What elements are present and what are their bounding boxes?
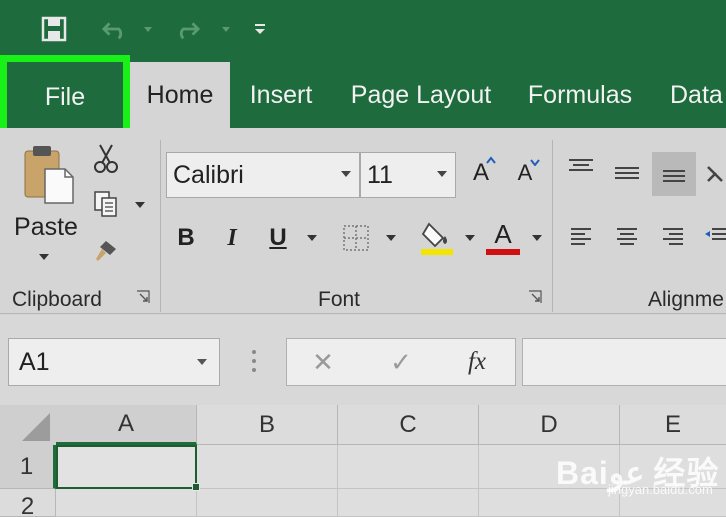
font-family-select[interactable]: Calibri <box>166 152 360 198</box>
italic-button[interactable]: I <box>216 220 248 256</box>
select-all-button[interactable] <box>0 405 56 445</box>
decrease-indent-icon[interactable] <box>704 222 726 250</box>
tab-page-layout[interactable]: Page Layout <box>348 62 494 128</box>
column-header-d[interactable]: D <box>479 405 620 445</box>
font-size-select[interactable]: 11 <box>360 152 456 198</box>
enter-button[interactable]: ✓ <box>378 344 424 380</box>
cell-b2[interactable] <box>197 489 338 517</box>
borders-icon[interactable] <box>338 220 374 256</box>
align-bottom-icon[interactable] <box>652 152 696 196</box>
name-box-value: A1 <box>19 347 50 376</box>
tab-data[interactable]: Data <box>666 62 726 128</box>
row-header-1[interactable]: 1 <box>0 445 56 489</box>
increase-font-size-button[interactable]: A <box>462 152 500 194</box>
borders-dropdown-icon[interactable] <box>386 235 396 241</box>
redo-dropdown-icon[interactable] <box>218 14 234 44</box>
column-header-b[interactable]: B <box>197 405 338 445</box>
copy-icon[interactable] <box>90 188 122 220</box>
column-header-c[interactable]: C <box>338 405 479 445</box>
chevron-down-icon <box>437 171 447 177</box>
name-box[interactable]: A1 <box>8 338 220 386</box>
undo-dropdown-icon[interactable] <box>140 14 156 44</box>
column-header-e[interactable]: E <box>620 405 726 445</box>
fill-color-icon[interactable] <box>416 216 458 258</box>
tab-formulas[interactable]: Formulas <box>524 62 636 128</box>
group-separator <box>552 140 553 312</box>
caret-down-icon <box>530 159 540 166</box>
insert-function-button[interactable]: fx <box>454 344 500 380</box>
font-color-button[interactable]: A <box>484 216 522 258</box>
alignment-group-label: Alignme <box>648 288 724 311</box>
formula-bar-resize-handle[interactable] <box>251 348 257 374</box>
tab-insert[interactable]: Insert <box>240 62 322 128</box>
redo-icon[interactable] <box>172 14 200 44</box>
font-color-swatch-icon <box>486 249 520 255</box>
fill-color-swatch <box>421 249 453 255</box>
cell-a1[interactable] <box>56 445 197 489</box>
underline-button[interactable]: U <box>262 220 294 256</box>
paste-icon[interactable] <box>18 142 78 206</box>
customize-quick-access-icon[interactable] <box>250 14 270 44</box>
cell-c1[interactable] <box>338 445 479 489</box>
orientation-icon[interactable] <box>704 154 726 194</box>
paste-button[interactable]: Paste <box>10 212 82 242</box>
clipboard-group-label: Clipboard <box>12 288 102 311</box>
align-right-icon[interactable] <box>654 222 692 250</box>
font-family-value: Calibri <box>173 160 244 189</box>
font-group-label: Font <box>318 288 361 311</box>
underline-dropdown-icon[interactable] <box>307 235 317 241</box>
cell-b1[interactable] <box>197 445 338 489</box>
save-icon[interactable] <box>40 14 68 44</box>
tab-home[interactable]: Home <box>130 62 230 128</box>
tab-file[interactable]: File <box>0 55 130 139</box>
chevron-down-icon <box>341 171 351 177</box>
undo-icon[interactable] <box>102 14 130 44</box>
copy-dropdown-icon[interactable] <box>135 202 145 208</box>
cell-a2[interactable] <box>56 489 197 517</box>
group-separator <box>160 140 161 312</box>
font-color-dropdown-icon[interactable] <box>532 235 542 241</box>
row-header-2[interactable]: 2 <box>0 489 56 517</box>
cut-icon[interactable] <box>90 142 122 174</box>
font-size-value: 11 <box>367 160 393 189</box>
cell-c2[interactable] <box>338 489 479 517</box>
align-middle-icon[interactable] <box>608 160 646 188</box>
decrease-font-size-button[interactable]: A <box>506 152 544 194</box>
paste-dropdown-icon[interactable] <box>39 254 49 260</box>
fill-color-dropdown-icon[interactable] <box>465 235 475 241</box>
font-dialog-launcher-icon[interactable] <box>528 290 544 306</box>
bold-button[interactable]: B <box>170 220 202 256</box>
format-painter-icon[interactable] <box>90 234 122 266</box>
clipboard-dialog-launcher-icon[interactable] <box>136 290 152 306</box>
chevron-down-icon <box>197 359 207 365</box>
align-left-icon[interactable] <box>562 222 600 250</box>
align-top-icon[interactable] <box>562 152 600 180</box>
cancel-entry-button[interactable]: ✕ <box>300 344 346 380</box>
formula-input[interactable] <box>522 338 726 386</box>
caret-up-icon <box>486 156 496 164</box>
align-center-icon[interactable] <box>608 222 646 250</box>
font-color-label: A <box>494 219 512 249</box>
fill-handle[interactable] <box>192 483 200 491</box>
watermark-url: jingyan.baidu.com <box>608 482 713 497</box>
column-header-a[interactable]: A <box>56 405 197 445</box>
